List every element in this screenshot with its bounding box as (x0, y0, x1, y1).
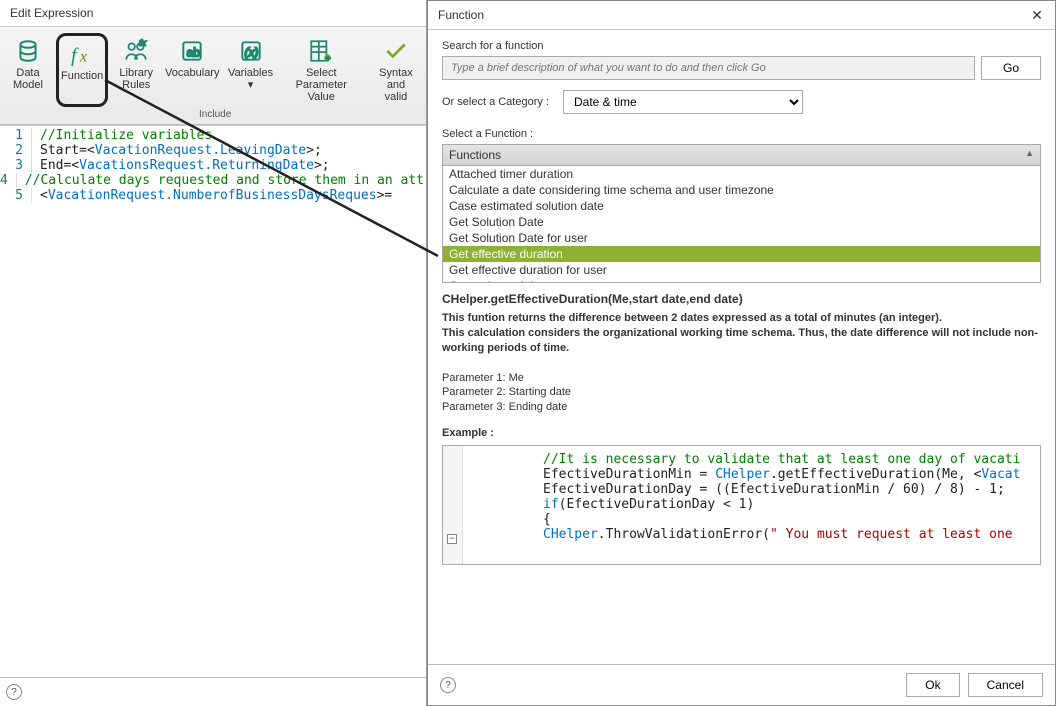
fold-icon[interactable]: − (447, 534, 457, 544)
select-parameter-icon: + (307, 37, 335, 65)
ribbon-variables[interactable]: (x)Variables▾ (226, 33, 275, 107)
svg-text:ab: ab (187, 45, 201, 59)
help-icon[interactable]: ? (6, 684, 22, 700)
sort-icon[interactable]: ▲ (1025, 148, 1034, 162)
vocabulary-icon: ab (178, 37, 206, 65)
right-title: Function (438, 8, 484, 22)
param-line: Parameter 3: Ending date (442, 400, 1041, 415)
data-icon (14, 37, 42, 65)
svg-text:+: + (326, 53, 331, 63)
ribbon-group-label: Include (199, 109, 231, 120)
go-button[interactable]: Go (981, 56, 1041, 80)
example-line: if(EfectiveDurationDay < 1) (543, 497, 1034, 512)
category-select[interactable]: Date & time (563, 90, 803, 114)
ribbon-select-parameter[interactable]: +Select ParameterValue (281, 33, 362, 107)
function-item[interactable]: Get Solution Date for user (443, 230, 1040, 246)
code-editor[interactable]: 1//Initialize variables2Start=<VacationR… (0, 125, 426, 677)
example-line: CHelper.ThrowValidationError(" You must … (543, 527, 1034, 542)
help-icon[interactable]: ? (440, 677, 456, 693)
functions-header[interactable]: Functions ▲ (443, 145, 1040, 166)
function-item[interactable]: Get estimated date (443, 278, 1040, 282)
ok-button[interactable]: Ok (906, 673, 959, 697)
svg-text:(x): (x) (244, 45, 258, 59)
functions-list[interactable]: Attached timer durationCalculate a date … (443, 166, 1040, 282)
function-item[interactable]: Calculate a date considering time schema… (443, 182, 1040, 198)
param-line: Parameter 2: Starting date (442, 385, 1041, 400)
example-line: EfectiveDurationDay = ((EfectiveDuration… (543, 482, 1034, 497)
example-line: { (543, 512, 1034, 527)
code-line: 3End=<VacationsRequest.ReturningDate>; (0, 158, 426, 173)
function-icon: fx (68, 40, 96, 68)
code-line: 2Start=<VacationRequest.LeavingDate>; (0, 143, 426, 158)
ribbon-library[interactable]: fxLibraryRules (114, 33, 158, 107)
code-line: 1//Initialize variables (0, 128, 426, 143)
left-titlebar: Edit Expression (0, 0, 426, 27)
example-code[interactable]: − //It is necessary to validate that at … (442, 445, 1041, 565)
ribbon-vocabulary[interactable]: abVocabulary (164, 33, 220, 107)
svg-text:x: x (79, 48, 88, 66)
param-line: Parameter 1: Me (442, 371, 1041, 386)
function-signature: CHelper.getEffectiveDuration(Me,start da… (442, 291, 1041, 307)
function-description: CHelper.getEffectiveDuration(Me,start da… (442, 291, 1041, 415)
right-titlebar: Function ✕ (428, 1, 1055, 30)
code-line: 5<VacationRequest.NumberofBusinessDaysRe… (0, 188, 426, 203)
search-label: Search for a function (442, 40, 1041, 52)
left-title: Edit Expression (10, 6, 93, 20)
category-label: Or select a Category : (442, 96, 549, 108)
ribbon-syntax-and[interactable]: Syntax andvalid (368, 33, 425, 107)
cancel-button[interactable]: Cancel (968, 673, 1043, 697)
code-line: 4//Calculate days requested and store th… (0, 173, 426, 188)
variables-icon: (x) (237, 37, 265, 65)
function-item[interactable]: Case estimated solution date (443, 198, 1040, 214)
function-item[interactable]: Get effective duration (443, 246, 1040, 262)
function-item[interactable]: Get Solution Date (443, 214, 1040, 230)
svg-text:fx: fx (139, 38, 146, 48)
function-select-label: Select a Function : (442, 128, 1041, 140)
syntax-and-icon (382, 37, 410, 65)
search-input[interactable] (442, 56, 975, 80)
close-icon[interactable]: ✕ (1029, 7, 1045, 23)
ribbon: DataModelfxFunctionfxLibraryRulesabVocab… (0, 27, 426, 125)
example-line: EfectiveDurationMin = CHelper.getEffecti… (543, 467, 1034, 482)
ribbon-function[interactable]: fxFunction (56, 33, 108, 107)
function-item[interactable]: Attached timer duration (443, 166, 1040, 182)
example-line: //It is necessary to validate that at le… (543, 452, 1034, 467)
example-label: Example : (442, 427, 1041, 439)
library-icon: fx (122, 37, 150, 65)
svg-text:f: f (71, 46, 79, 67)
function-item[interactable]: Get effective duration for user (443, 262, 1040, 278)
ribbon-data[interactable]: DataModel (6, 33, 50, 107)
